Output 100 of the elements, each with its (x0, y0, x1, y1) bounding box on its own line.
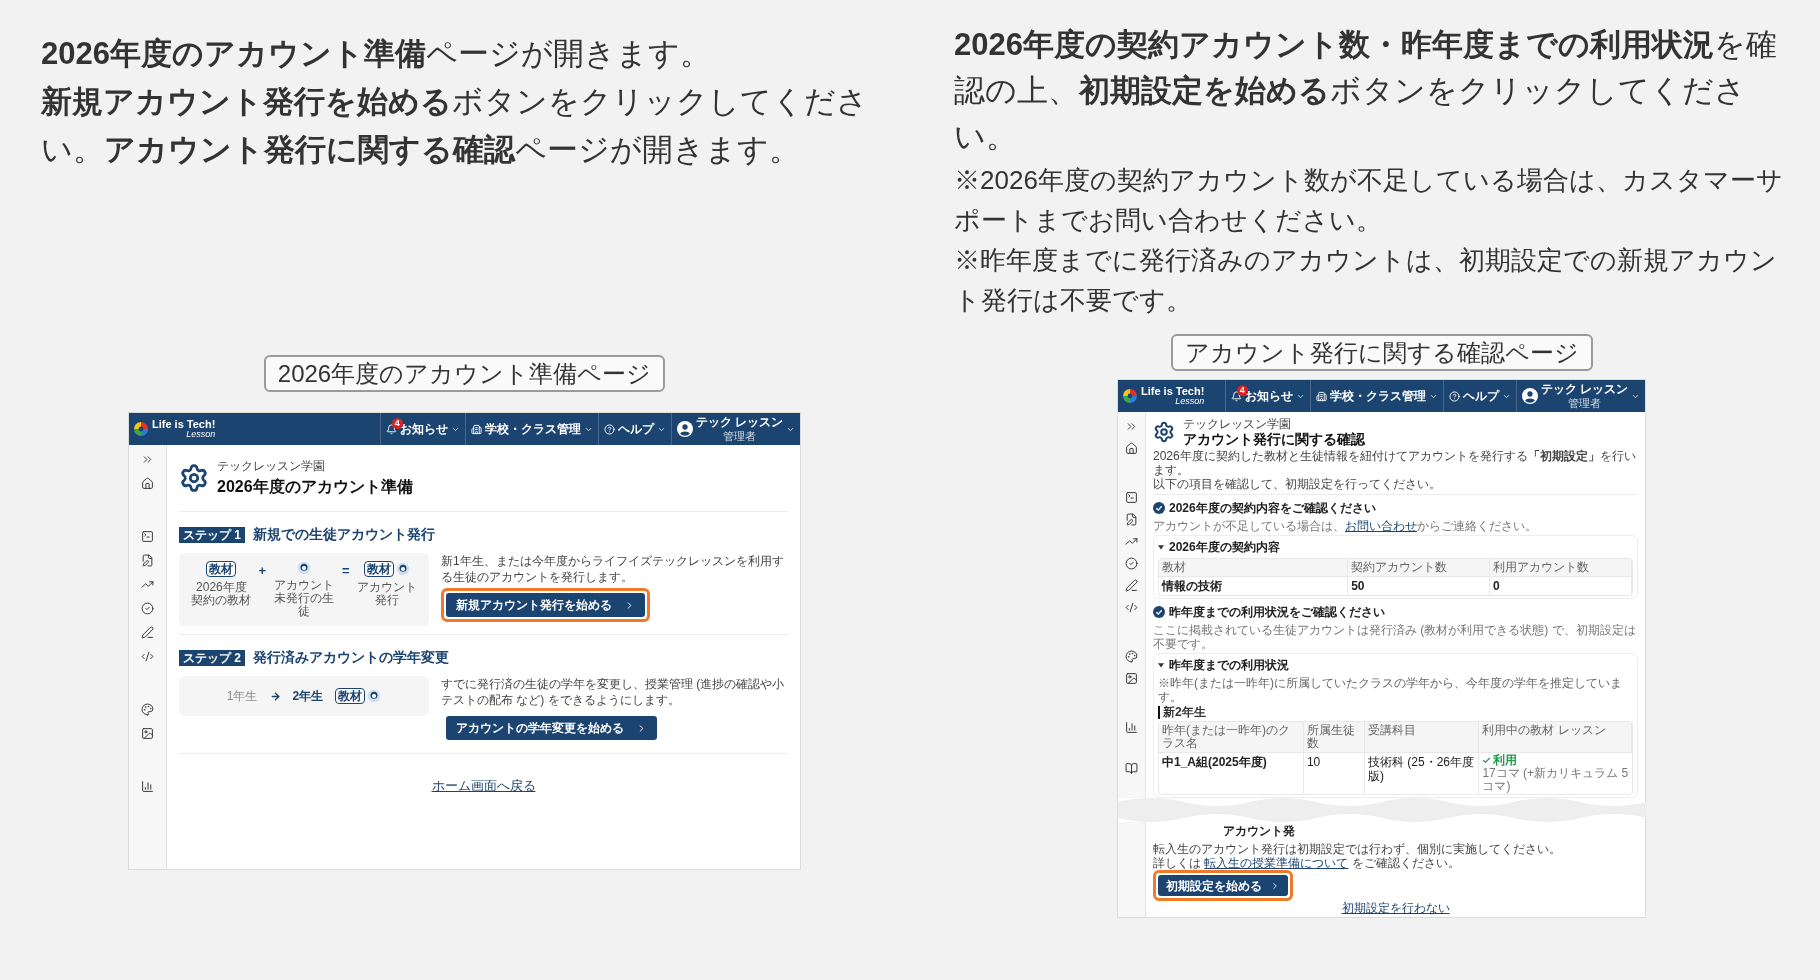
column-header: 所属生徒数 (1303, 722, 1365, 752)
palette-icon[interactable] (141, 703, 154, 716)
building-icon (1315, 390, 1327, 402)
user-avatar-icon (676, 421, 693, 437)
illustration-label: アカウント発行 (355, 581, 418, 607)
section-title: 2026年度の契約内容をご確認ください (1169, 500, 1376, 517)
school-name: テックレッスン学園 (1183, 417, 1292, 432)
check-icon (1482, 756, 1492, 765)
school-name: テックレッスン学園 (217, 458, 326, 475)
instruction-text: 新規アカウント発行を始めるボタンをクリックしてください。アカウント発行に関する確認ページが開きます。 (41, 83, 869, 169)
user-role: 管理者 (1567, 396, 1601, 410)
table-cell: 技術科 (25・26年度版) (1364, 753, 1480, 794)
intro-text: 2026年度に契約した教材と生徒情報を紐付けてアカウントを発行する「初期設定」を行います。 (1153, 449, 1637, 477)
group-heading: 新2年生 (1158, 706, 1206, 719)
user-name: テック レッスン (1540, 382, 1628, 396)
step-badge: ステップ 1 (179, 526, 245, 543)
collapse-triangle-icon[interactable] (1158, 544, 1164, 550)
book-badge: 教材 (206, 561, 237, 577)
expand-icon[interactable] (1125, 420, 1138, 433)
terminal-icon[interactable] (141, 530, 154, 543)
primary-button[interactable]: 新規アカウント発行を始める (446, 593, 645, 617)
code-icon[interactable] (1125, 601, 1138, 614)
transfer-note: 詳しくは 転入生の授業準備について をご確認ください。 (1153, 856, 1461, 870)
intro-text: 以下の項目を確認して、初期設定を行ってください。 (1153, 477, 1442, 491)
back-home-link[interactable]: ホーム画面へ戻る (431, 776, 536, 796)
page-title: アカウント発行に関する確認 (1183, 432, 1365, 447)
expand-icon[interactable] (141, 453, 154, 466)
brand-name: Life is Tech! (1141, 386, 1205, 397)
nav-menu-button[interactable]: 学校・クラス管理 (1309, 380, 1443, 412)
image-icon[interactable] (1125, 672, 1138, 685)
bell-icon (385, 423, 397, 435)
image-icon[interactable] (141, 727, 154, 740)
palette-icon[interactable] (1125, 650, 1138, 663)
transfer-note: 転入生のアカウント発行は初期設定では行わず、個別に実施してください。 (1153, 841, 1562, 856)
nav-menu-button[interactable]: ヘルプ (597, 413, 671, 445)
file-edit-icon[interactable] (1125, 513, 1138, 526)
terminal-icon[interactable] (1125, 491, 1138, 504)
transfer-link[interactable]: 転入生の授業準備について (1204, 856, 1349, 870)
column-header: 教材 (1159, 559, 1349, 576)
collapse-triangle-icon[interactable] (1158, 662, 1164, 668)
book-badge: 教材 (335, 688, 366, 704)
student-icon (367, 689, 382, 703)
nav-menu-button[interactable]: 学校・クラス管理 (464, 413, 598, 445)
help-icon (603, 423, 615, 435)
book-badge: 教材 (363, 561, 394, 577)
chevron-right-icon (1270, 880, 1280, 891)
usage-detail: 17コマ (+新カリキュラム 5コマ) (1482, 767, 1629, 793)
home-icon[interactable] (141, 477, 154, 490)
column-header: 受講科目 (1364, 722, 1480, 752)
trend-icon[interactable] (1125, 535, 1138, 548)
usage-status: 利用 (1493, 754, 1518, 767)
file-edit-icon[interactable] (141, 554, 154, 567)
column-header: 昨年(または一昨年)のクラス名 (1159, 722, 1304, 752)
step-description: 新1年生、または今年度からライフイズテックレッスンを利用する生徒のアカウントを発行します。 (441, 553, 785, 585)
instruction-text: 2026年度のアカウント準備ページが開きます。 (41, 35, 712, 73)
pen-icon[interactable] (141, 626, 154, 639)
trend-icon[interactable] (141, 578, 154, 591)
grade-label: 1年生 (226, 688, 258, 705)
user-role: 管理者 (722, 429, 756, 443)
student-icon (395, 562, 410, 576)
table-cell: 10 (1303, 753, 1365, 794)
nav-menu-button[interactable]: ヘルプ (1442, 380, 1516, 412)
book-icon[interactable] (1125, 762, 1138, 775)
check-circle-icon[interactable] (141, 602, 154, 615)
help-icon (1448, 390, 1460, 402)
home-icon[interactable] (1125, 442, 1138, 455)
bar-chart-icon[interactable] (1125, 721, 1138, 734)
step-title: 新規での生徒アカウント発行 (253, 525, 435, 544)
illustration-label: 2026年度契約の教材 (190, 581, 253, 607)
caption-label: アカウント発行に関する確認ページ (1170, 334, 1593, 371)
column-header: 利用中の教材 レッスン (1479, 722, 1632, 752)
plus-sign: + (258, 562, 266, 580)
bell-icon (1230, 390, 1242, 402)
illustration-label: アカウント未発行の生徒 (273, 579, 335, 618)
page-title: 2026年度のアカウント準備 (217, 477, 413, 497)
user-avatar-icon (1521, 388, 1538, 404)
contact-link[interactable]: お問い合わせ (1345, 519, 1417, 533)
equals-sign: = (342, 562, 350, 580)
note-text: ※昨年度までに発行済みのアカウントは、初期設定での新規アカウント発行は不要です。 (954, 244, 1778, 317)
table-cell: 0 (1490, 577, 1632, 595)
user-menu-button[interactable]: テック レッスン 管理者 (1515, 380, 1645, 412)
primary-button[interactable]: アカウントの学年変更を始める (446, 716, 657, 740)
pen-icon[interactable] (1125, 579, 1138, 592)
user-menu-button[interactable]: テック レッスン 管理者 (670, 413, 800, 445)
section-note: ここに掲載されている生徒アカウントは発行済み (教材が利用できる状態) で、初期設定は不要です。 (1153, 623, 1637, 651)
step-title: 発行済みアカウントの学年変更 (253, 648, 449, 667)
card-title: 2026年度の契約内容 (1169, 539, 1280, 556)
primary-button[interactable]: 初期設定を始める (1158, 875, 1288, 896)
table-cell: 50 (1348, 577, 1491, 595)
card-footnote: ※昨年(または一昨年)に所属していたクラスの学年から、今年度の学年を推定しています。 (1158, 676, 1623, 704)
brand-tagline: Lesson (186, 430, 216, 439)
code-icon[interactable] (141, 650, 154, 663)
bar-chart-icon[interactable] (141, 780, 154, 793)
skip-setup-link[interactable]: 初期設定を行わない (1341, 901, 1450, 915)
user-name: テック レッスン (695, 415, 783, 429)
instruction-text: 2026年度の契約アカウント数・昨年度までの利用状況を確認の上、初期設定を始めるボタンをクリックしてください。 (954, 26, 1778, 156)
note-text: ※2026年度の契約アカウント数が不足している場合は、カスタマーサポートまでお問い合わせください。 (954, 164, 1784, 237)
check-circle-icon[interactable] (1125, 557, 1138, 570)
brand-name: Life is Tech! (152, 419, 216, 430)
logo-icon (1123, 389, 1137, 403)
